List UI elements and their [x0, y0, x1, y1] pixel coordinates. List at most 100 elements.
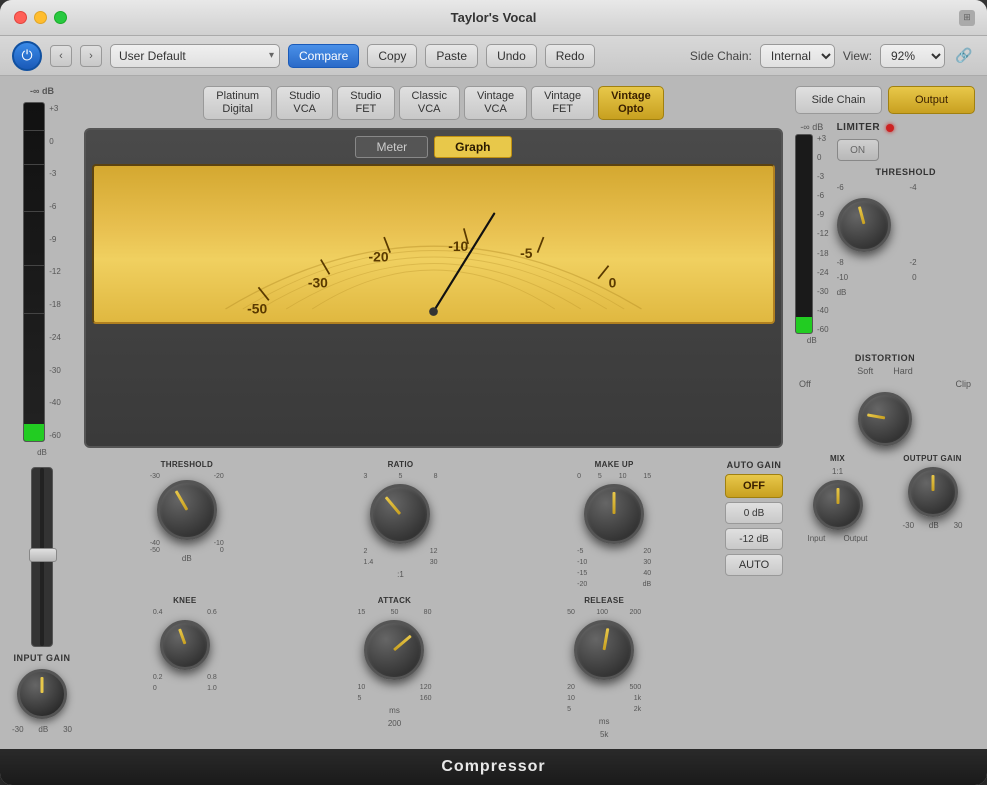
meter-tab[interactable]: Meter — [355, 136, 428, 158]
limiter-title: LIMITER — [837, 122, 881, 133]
maximize-button[interactable] — [54, 11, 67, 24]
thresh-r-8: -8 — [837, 258, 844, 267]
model-studio-fet[interactable]: StudioFET — [337, 86, 394, 120]
auto-gain-0db-button[interactable]: 0 dB — [725, 502, 783, 524]
makeup-20: 20 — [643, 548, 651, 555]
limiter-on-button[interactable]: ON — [837, 139, 879, 161]
ratio-unit: :1 — [397, 570, 404, 579]
paste-button[interactable]: Paste — [425, 44, 478, 68]
link-icon[interactable]: 🔗 — [953, 45, 975, 67]
undo-button[interactable]: Undo — [486, 44, 537, 68]
ratio-knob[interactable] — [370, 484, 430, 544]
controls-row2: KNEE 0.4 0.6 0.2 0.8 0 1.0 — [84, 596, 783, 739]
model-platinum-digital[interactable]: PlatinumDigital — [203, 86, 272, 120]
r-meter-30n: -30 — [817, 287, 829, 296]
mix-output: Output — [843, 534, 867, 543]
preset-select[interactable]: User Default — [110, 44, 280, 68]
vu-display: -50 -30 -20 -10 -5 0 — [92, 164, 775, 324]
limiter-led — [886, 124, 894, 132]
copy-button[interactable]: Copy — [367, 44, 417, 68]
makeup-knob[interactable] — [584, 484, 644, 544]
release-ms: ms — [599, 717, 610, 726]
input-gain-fader-thumb[interactable] — [29, 548, 57, 562]
r-meter-24n: -24 — [817, 268, 829, 277]
dist-soft: Soft — [857, 366, 873, 376]
r-db-label: dB — [807, 336, 817, 345]
model-vintage-vca[interactable]: VintageVCA — [464, 86, 527, 120]
dist-hard: Hard — [893, 366, 913, 376]
side-chain-output-buttons: Side Chain Output — [795, 86, 975, 114]
out-gain-db: dB — [929, 521, 939, 530]
threshold-right-knob[interactable] — [837, 198, 891, 252]
side-chain-label: Side Chain: — [690, 49, 752, 63]
knee-10: 1.0 — [207, 685, 217, 692]
mix-section: MIX 1:1 Input Output — [808, 454, 868, 543]
auto-gain-off-button[interactable]: OFF — [725, 474, 783, 498]
thresh-mark-20: -20 — [214, 473, 224, 480]
makeup-40: 40 — [643, 570, 651, 577]
output-button[interactable]: Output — [888, 86, 975, 114]
mix-output-row: MIX 1:1 Input Output OUTPUT GAIN — [795, 454, 975, 543]
output-gain-knob[interactable] — [908, 467, 958, 517]
output-gain-section: OUTPUT GAIN -30 dB 30 — [903, 454, 963, 543]
out-gain-30n: -30 — [903, 521, 915, 530]
expand-icon[interactable]: ⊞ — [959, 10, 975, 26]
svg-text:-20: -20 — [369, 248, 389, 264]
attack-knob[interactable] — [364, 620, 424, 680]
close-button[interactable] — [14, 11, 27, 24]
threshold-knob[interactable] — [157, 480, 217, 540]
window-title: Taylor's Vocal — [451, 10, 537, 25]
attack-50: 50 — [391, 609, 399, 616]
dist-off: Off — [799, 379, 811, 389]
release-10: 10 — [567, 695, 575, 702]
redo-button[interactable]: Redo — [545, 44, 596, 68]
nav-forward-button[interactable]: › — [80, 45, 102, 67]
makeup-db: dB — [643, 581, 652, 588]
input-gain-fader[interactable] — [31, 467, 53, 647]
side-chain-select[interactable]: Internal — [760, 44, 835, 68]
traffic-lights — [14, 11, 67, 24]
thresh-db: dB — [182, 554, 192, 563]
toolbar: ⏻ ‹ › User Default Compare Copy Paste Un… — [0, 36, 987, 76]
out-gain-30: 30 — [954, 521, 963, 530]
minimize-button[interactable] — [34, 11, 47, 24]
dist-clip: Clip — [955, 379, 971, 389]
bottom-bar: Compressor — [0, 749, 987, 785]
model-selector: PlatinumDigital StudioVCA StudioFET Clas… — [84, 86, 783, 120]
thresh-mark-40: -40 — [150, 540, 160, 547]
threshold-right-label: THRESHOLD — [837, 167, 975, 177]
svg-text:0: 0 — [609, 274, 617, 290]
release-200: 200 — [629, 609, 641, 616]
auto-btn[interactable]: AUTO — [725, 554, 783, 576]
nav-back-button[interactable]: ‹ — [50, 45, 72, 67]
inf-db-label-left: -∞ dB — [30, 86, 54, 96]
view-select[interactable]: 92% — [880, 44, 945, 68]
db-label-left: dB — [37, 448, 47, 457]
r-meter-0: 0 — [817, 153, 829, 162]
ratio-2: 2 — [363, 548, 367, 555]
compare-button[interactable]: Compare — [288, 44, 359, 68]
knee-06: 0.6 — [207, 609, 217, 616]
thresh-r-10: -10 — [837, 273, 849, 282]
main-content: -∞ dB +3 0 — [0, 76, 987, 749]
vu-header: Meter Graph — [92, 136, 775, 158]
distortion-knob[interactable] — [858, 392, 912, 446]
model-classic-vca[interactable]: ClassicVCA — [399, 86, 460, 120]
r-meter-6n: -6 — [817, 191, 829, 200]
power-button[interactable]: ⏻ — [12, 41, 42, 71]
r-meter-12n: -12 — [817, 229, 829, 238]
knee-02: 0.2 — [153, 674, 163, 681]
ratio-30: 30 — [430, 559, 438, 566]
graph-tab[interactable]: Graph — [434, 136, 511, 158]
makeup-5: 5 — [598, 473, 602, 480]
knee-knob[interactable] — [160, 620, 210, 670]
model-studio-vca[interactable]: StudioVCA — [276, 86, 333, 120]
mix-knob[interactable] — [813, 480, 863, 530]
side-chain-button[interactable]: Side Chain — [795, 86, 882, 114]
attack-10: 10 — [357, 684, 365, 691]
input-gain-knob[interactable] — [17, 669, 67, 719]
auto-gain-12db-button[interactable]: -12 dB — [725, 528, 783, 550]
model-vintage-fet[interactable]: VintageFET — [531, 86, 594, 120]
release-knob[interactable] — [574, 620, 634, 680]
model-vintage-opto[interactable]: VintageOpto — [598, 86, 664, 120]
